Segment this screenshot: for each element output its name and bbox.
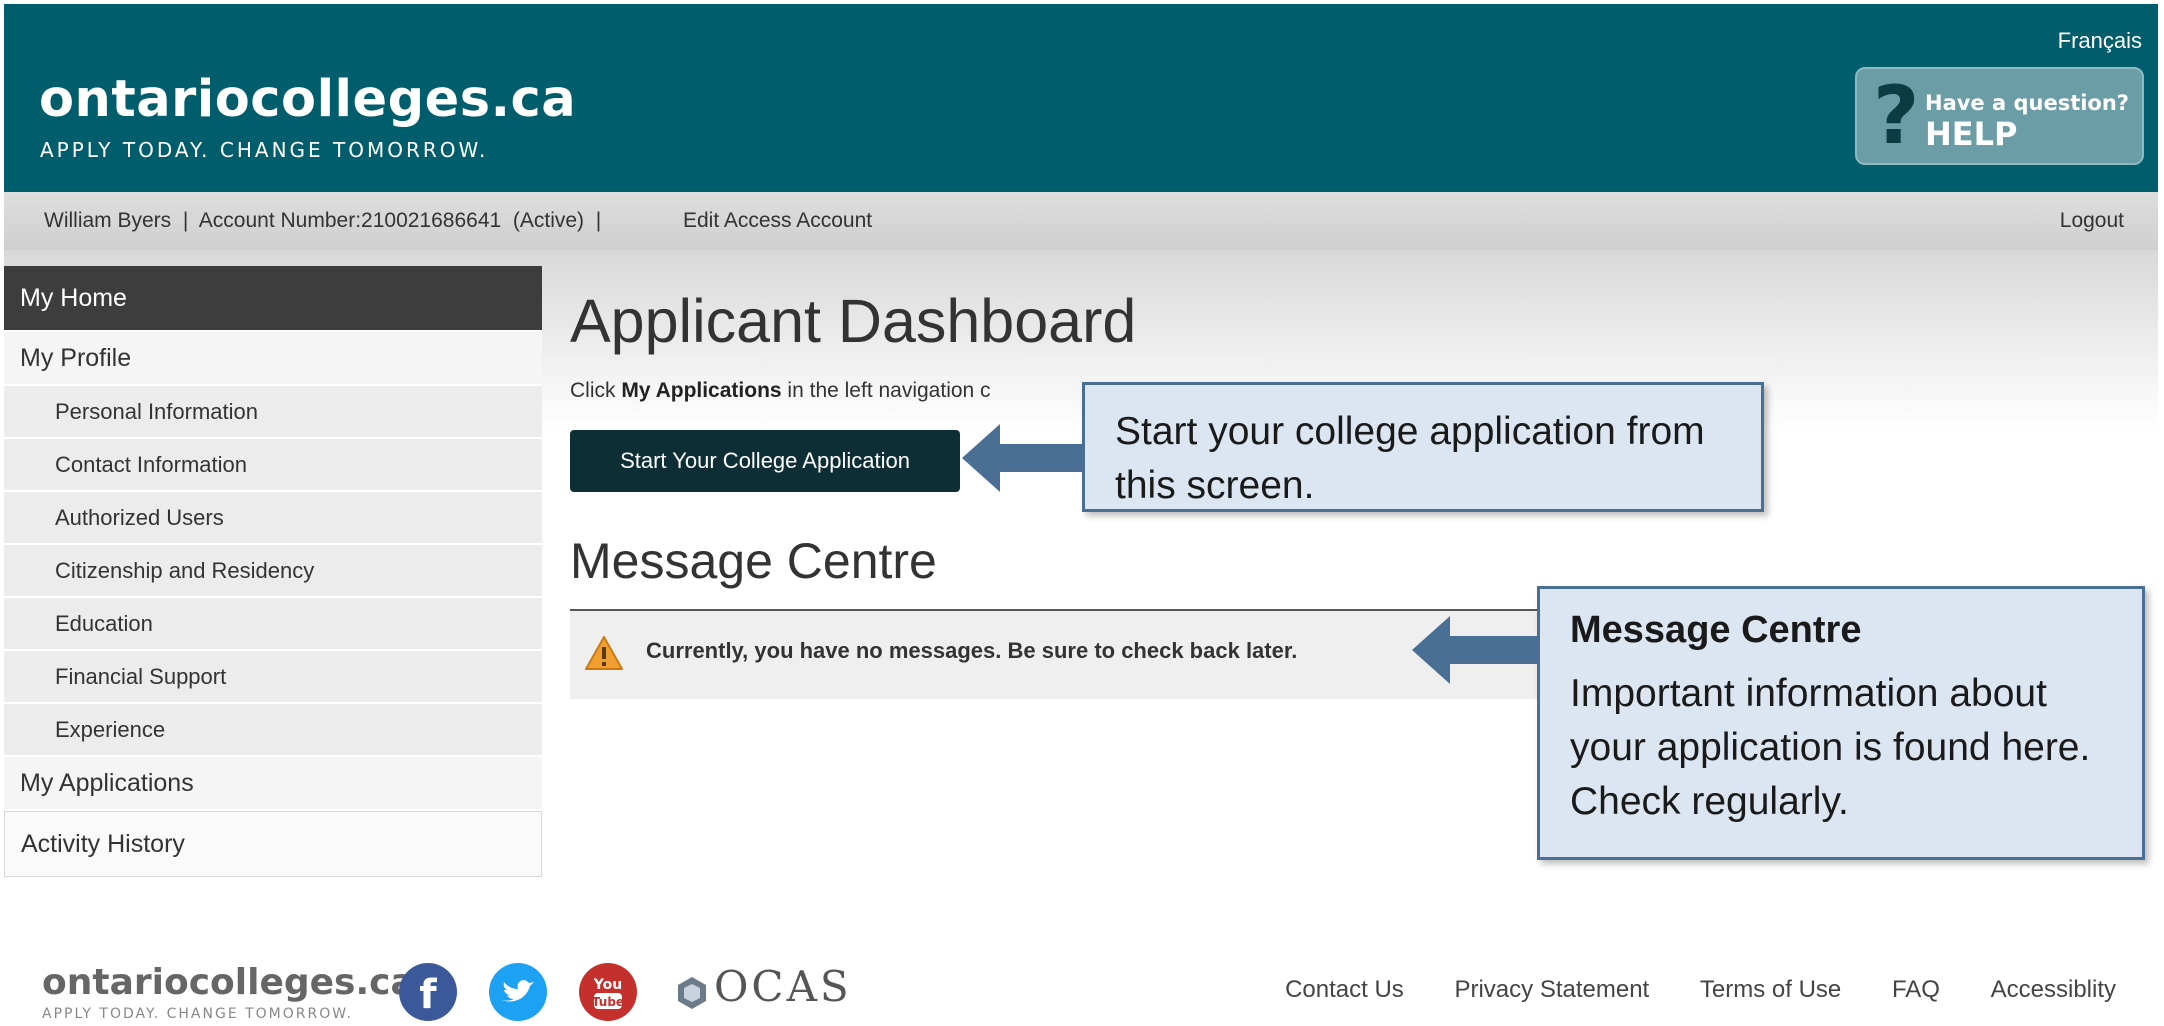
ocas-logo-icon bbox=[678, 977, 706, 1009]
twitter-icon[interactable] bbox=[488, 962, 548, 1022]
brand-tagline: APPLY TODAY. CHANGE TOMORROW. bbox=[40, 138, 489, 162]
facebook-icon[interactable]: f bbox=[398, 962, 458, 1022]
footer-link-accessibility[interactable]: Accessiblity bbox=[1991, 976, 2116, 1003]
footer-link-faq[interactable]: FAQ bbox=[1892, 976, 1940, 1003]
language-link[interactable]: Français bbox=[2058, 28, 2142, 54]
message-centre-title: Message Centre bbox=[570, 533, 937, 589]
sidebar-nav: My Home My Profile Personal Information … bbox=[4, 266, 542, 877]
help-label: HELP bbox=[1925, 115, 2018, 153]
intro-text: Click My Applications in the left naviga… bbox=[570, 379, 991, 403]
svg-text:You: You bbox=[593, 977, 622, 993]
help-button[interactable]: ? Have a question? HELP bbox=[1855, 67, 2144, 165]
sidebar-item-my-applications[interactable]: My Applications bbox=[4, 757, 542, 811]
site-header: ontariocolleges.ca APPLY TODAY. CHANGE T… bbox=[4, 4, 2158, 192]
callout-start-application: Start your college application from this… bbox=[1082, 382, 1764, 512]
footer-link-privacy[interactable]: Privacy Statement bbox=[1454, 976, 1649, 1003]
intro-suffix: in the left navigation c bbox=[781, 379, 991, 402]
sidebar-item-my-profile[interactable]: My Profile bbox=[4, 332, 542, 386]
footer-brand-logo[interactable]: ontariocolleges.ca bbox=[42, 962, 415, 1003]
svg-text:f: f bbox=[419, 972, 437, 1018]
account-info: William Byers | Account Number:210021686… bbox=[44, 209, 602, 232]
question-mark-icon: ? bbox=[1873, 69, 1920, 162]
page-title: Applicant Dashboard bbox=[570, 287, 1137, 355]
callout-arrow-messages bbox=[1412, 616, 1540, 684]
footer-links: Contact Us Privacy Statement Terms of Us… bbox=[1241, 976, 2116, 1004]
warning-icon bbox=[585, 636, 623, 670]
help-question-label: Have a question? bbox=[1925, 91, 2129, 115]
intro-my-applications: My Applications bbox=[621, 379, 782, 402]
ocas-logo[interactable]: OCAS bbox=[714, 962, 852, 1011]
logout-link[interactable]: Logout bbox=[2060, 209, 2124, 233]
sidebar-item-my-home[interactable]: My Home bbox=[4, 266, 542, 332]
footer-link-contact[interactable]: Contact Us bbox=[1285, 976, 1404, 1003]
callout-message-text: Important information about your applica… bbox=[1570, 672, 2091, 823]
sidebar-item-personal-information[interactable]: Personal Information bbox=[4, 386, 542, 439]
sidebar-item-activity-history[interactable]: Activity History bbox=[4, 811, 542, 877]
callout-arrow-start bbox=[962, 424, 1086, 492]
youtube-icon[interactable]: You Tube bbox=[578, 962, 638, 1022]
brand-logo[interactable]: ontariocolleges.ca bbox=[39, 70, 576, 129]
sidebar-item-experience[interactable]: Experience bbox=[4, 704, 542, 757]
svg-text:Tube: Tube bbox=[592, 995, 624, 1009]
callout-start-text: Start your college application from this… bbox=[1115, 410, 1705, 507]
callout-message-centre: Message Centre Important information abo… bbox=[1537, 586, 2145, 860]
edit-access-account-link[interactable]: Edit Access Account bbox=[683, 209, 872, 233]
message-text: Currently, you have no messages. Be sure… bbox=[646, 638, 1298, 663]
sidebar-item-education[interactable]: Education bbox=[4, 598, 542, 651]
footer-brand-tagline: APPLY TODAY. CHANGE TOMORROW. bbox=[42, 1006, 353, 1022]
account-bar: William Byers | Account Number:210021686… bbox=[4, 192, 2158, 250]
sidebar-item-financial-support[interactable]: Financial Support bbox=[4, 651, 542, 704]
sidebar-item-citizenship-residency[interactable]: Citizenship and Residency bbox=[4, 545, 542, 598]
sidebar-item-authorized-users[interactable]: Authorized Users bbox=[4, 492, 542, 545]
callout-message-heading: Message Centre bbox=[1570, 609, 1862, 651]
start-application-button[interactable]: Start Your College Application bbox=[570, 430, 960, 492]
intro-prefix: Click bbox=[570, 379, 622, 402]
sidebar-item-contact-information[interactable]: Contact Information bbox=[4, 439, 542, 492]
footer-link-terms[interactable]: Terms of Use bbox=[1700, 976, 1841, 1003]
